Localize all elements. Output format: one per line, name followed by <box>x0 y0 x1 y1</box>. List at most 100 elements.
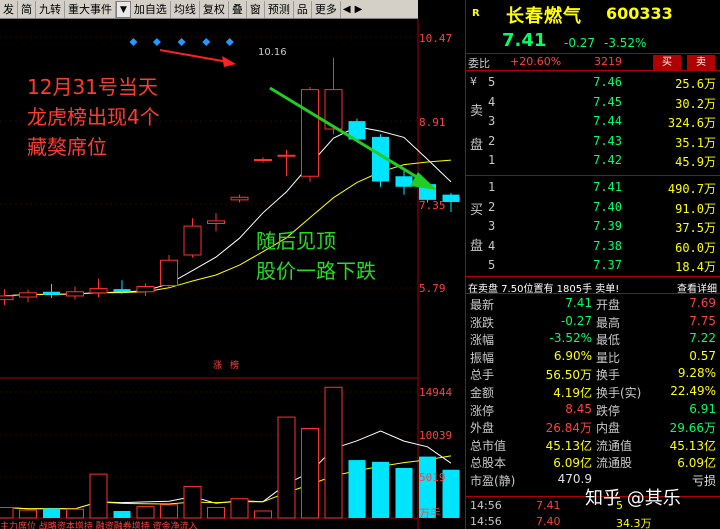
stat-value: 6.09亿 <box>553 456 592 471</box>
toolbar-ma-button[interactable]: 均线 <box>171 0 200 18</box>
stat-label: 最新 <box>470 298 495 312</box>
candle-body <box>66 291 84 297</box>
event-diamond-icon <box>225 38 234 46</box>
price-tick-label: 8.91 <box>419 116 446 129</box>
bid-level: 2 <box>488 199 496 214</box>
stat-row: 涨跌 -0.27 最高 7.75 <box>466 314 720 331</box>
indicator-strip[interactable]: 主力席位 战略资本增持 融资融券增持 资金净流入 <box>0 519 418 529</box>
volume-bar <box>89 473 108 519</box>
price-tick-label: 5.79 <box>419 282 446 295</box>
price-tick-label: 7.35 <box>419 199 446 212</box>
bid-volume: 18.4万 <box>675 260 716 274</box>
stat-row: 总市值 45.13亿 流通值 45.13亿 <box>466 437 720 454</box>
ask-volume: 30.2万 <box>675 96 716 111</box>
toolbar-forecast-button[interactable]: 预测 <box>265 0 294 18</box>
view-details-link[interactable]: 查看详细 <box>677 280 717 295</box>
ask-row[interactable]: 3 7.44 324.6万 <box>466 114 720 133</box>
stat-value: 4.19亿 <box>553 386 592 400</box>
red-arrow-shaft <box>159 49 229 63</box>
stat-value: 6.09亿 <box>677 456 716 471</box>
ask-level: 2 <box>488 133 496 148</box>
red-annotation-line: 藏獒席位 <box>27 135 107 159</box>
volume-bar <box>277 416 296 519</box>
stock-name[interactable]: 长春燃气 <box>506 2 582 28</box>
toolbar-more-button[interactable]: 更多 <box>312 0 341 18</box>
ask-price: 7.46 <box>593 75 622 89</box>
bid-book: 买 盘 1 7.41 490.7万 2 7.40 91.0万 3 7.39 37.5万 4 7.38… <box>466 177 720 277</box>
stat-value: -3.52% <box>549 331 592 346</box>
bid-price: 7.40 <box>593 199 622 214</box>
bid-row[interactable]: 3 7.39 37.5万 <box>466 219 720 238</box>
toolbar-fa-button[interactable]: 发 <box>0 0 18 18</box>
ask-row[interactable]: 2 7.43 35.1万 <box>466 134 720 153</box>
candle-body <box>301 89 319 177</box>
volume-tick-label: 14944 <box>419 386 453 399</box>
volume-bar <box>136 506 155 519</box>
quote-panel: R 长春燃气 600333 7.41 -0.27 -3.52% 委比 +20.6… <box>465 0 720 529</box>
ask-row[interactable]: 1 7.42 45.9万 <box>466 153 720 172</box>
toolbar-jian-button[interactable]: 简 <box>18 0 36 18</box>
red-annotation: 12月31号当天 龙虎榜出现4个 藏獒席位 <box>27 72 160 162</box>
ask-volume: 45.9万 <box>675 155 716 169</box>
toolbar-jiuzhuan-button[interactable]: 九转 <box>36 0 65 18</box>
stat-row: 最新 7.41 开盘 7.69 <box>466 296 720 313</box>
toolbar-major-events-button[interactable]: 重大事件 <box>65 0 116 18</box>
candle-body <box>395 176 413 187</box>
stat-row: 总手 56.50万 换手 9.28% <box>466 366 720 383</box>
stat-label: 最低 <box>596 333 621 348</box>
red-annotation-line: 12月31号当天 <box>27 75 158 99</box>
ask-row[interactable]: 5 7.46 25.6万 <box>466 75 720 94</box>
ask-row[interactable]: 4 7.45 30.2万 <box>466 95 720 114</box>
price-change: -0.27 <box>564 36 596 50</box>
order-ratio-row: 委比 +20.60% 3219 买 卖 <box>466 53 720 71</box>
stat-value: 6.90% <box>553 348 592 363</box>
ask-volume: 35.1万 <box>675 135 716 150</box>
candle-body <box>19 292 37 298</box>
stat-label: 量比 <box>596 350 621 365</box>
buy-button[interactable]: 买 <box>653 55 681 70</box>
stat-value: 7.22 <box>689 331 716 346</box>
event-markers[interactable] <box>129 38 234 46</box>
ask-volume: 25.6万 <box>675 77 716 91</box>
stat-label: 涨跌 <box>470 315 495 330</box>
nav-right-icon[interactable]: ▶ <box>353 1 365 18</box>
bid-row[interactable]: 1 7.41 490.7万 <box>466 180 720 199</box>
nav-left-icon[interactable]: ◀ <box>341 1 353 18</box>
green-annotation-line: 随后见顶 <box>256 229 336 253</box>
toolbar-overlay-button[interactable]: 叠 <box>229 0 247 18</box>
toolbar-add-watchlist-button[interactable]: 加自选 <box>131 0 171 18</box>
bid-volume: 91.0万 <box>675 201 716 216</box>
green-arrow-shaft <box>269 86 426 184</box>
r-flag-badge: R <box>472 8 480 19</box>
bid-row[interactable]: 4 7.38 60.0万 <box>466 239 720 258</box>
ask-price: 7.44 <box>593 114 622 128</box>
stock-code[interactable]: 600333 <box>606 4 673 23</box>
last-price: 7.41 <box>502 30 547 51</box>
stat-value: 470.9 <box>557 472 592 486</box>
sell-button[interactable]: 卖 <box>687 55 715 70</box>
tick-row: 14:56 7.40 34.3万 <box>466 515 720 529</box>
toolbar-pin-button[interactable]: 品 <box>294 0 312 18</box>
volume-tick-label: 5019 <box>419 471 446 484</box>
volume-bar <box>43 508 60 518</box>
stat-value: 6.91 <box>689 401 716 416</box>
ask-book: ¥ 卖 盘 5 7.46 25.6万 4 7.45 30.2万 3 7.44 324.6万 2 7.… <box>466 72 720 176</box>
quote-stats: 最新 7.41 开盘 7.69 涨跌 -0.27 最高 7.75 涨幅 -3.52% 最低 7.22 振… <box>466 296 720 496</box>
kline-chart[interactable]: 发 简 九转 重大事件 ▼ 加自选 均线 复权 叠 窗 预测 品 更多 ◀ ▶ … <box>0 0 465 529</box>
candle-body <box>113 289 131 292</box>
tick-price: 7.40 <box>536 515 561 528</box>
stat-row: 总股本 6.09亿 流通股 6.09亿 <box>466 454 720 471</box>
event-diamond-icon <box>152 38 161 46</box>
chevron-down-icon[interactable]: ▼ <box>116 0 131 18</box>
bid-row[interactable]: 5 7.37 18.4万 <box>466 258 720 277</box>
bid-row[interactable]: 2 7.40 91.0万 <box>466 200 720 219</box>
event-diamond-icon <box>129 38 138 46</box>
stat-label: 流通值 <box>596 438 633 453</box>
tick-volume: 34.3万 <box>616 517 652 529</box>
green-annotation-line: 股价一路下跌 <box>256 259 376 283</box>
candle-body <box>230 196 249 201</box>
toolbar-window-button[interactable]: 窗 <box>247 0 265 18</box>
volume-tick-label: 10039 <box>419 429 453 442</box>
toolbar-adjust-button[interactable]: 复权 <box>200 0 229 18</box>
candle-body <box>0 295 14 301</box>
